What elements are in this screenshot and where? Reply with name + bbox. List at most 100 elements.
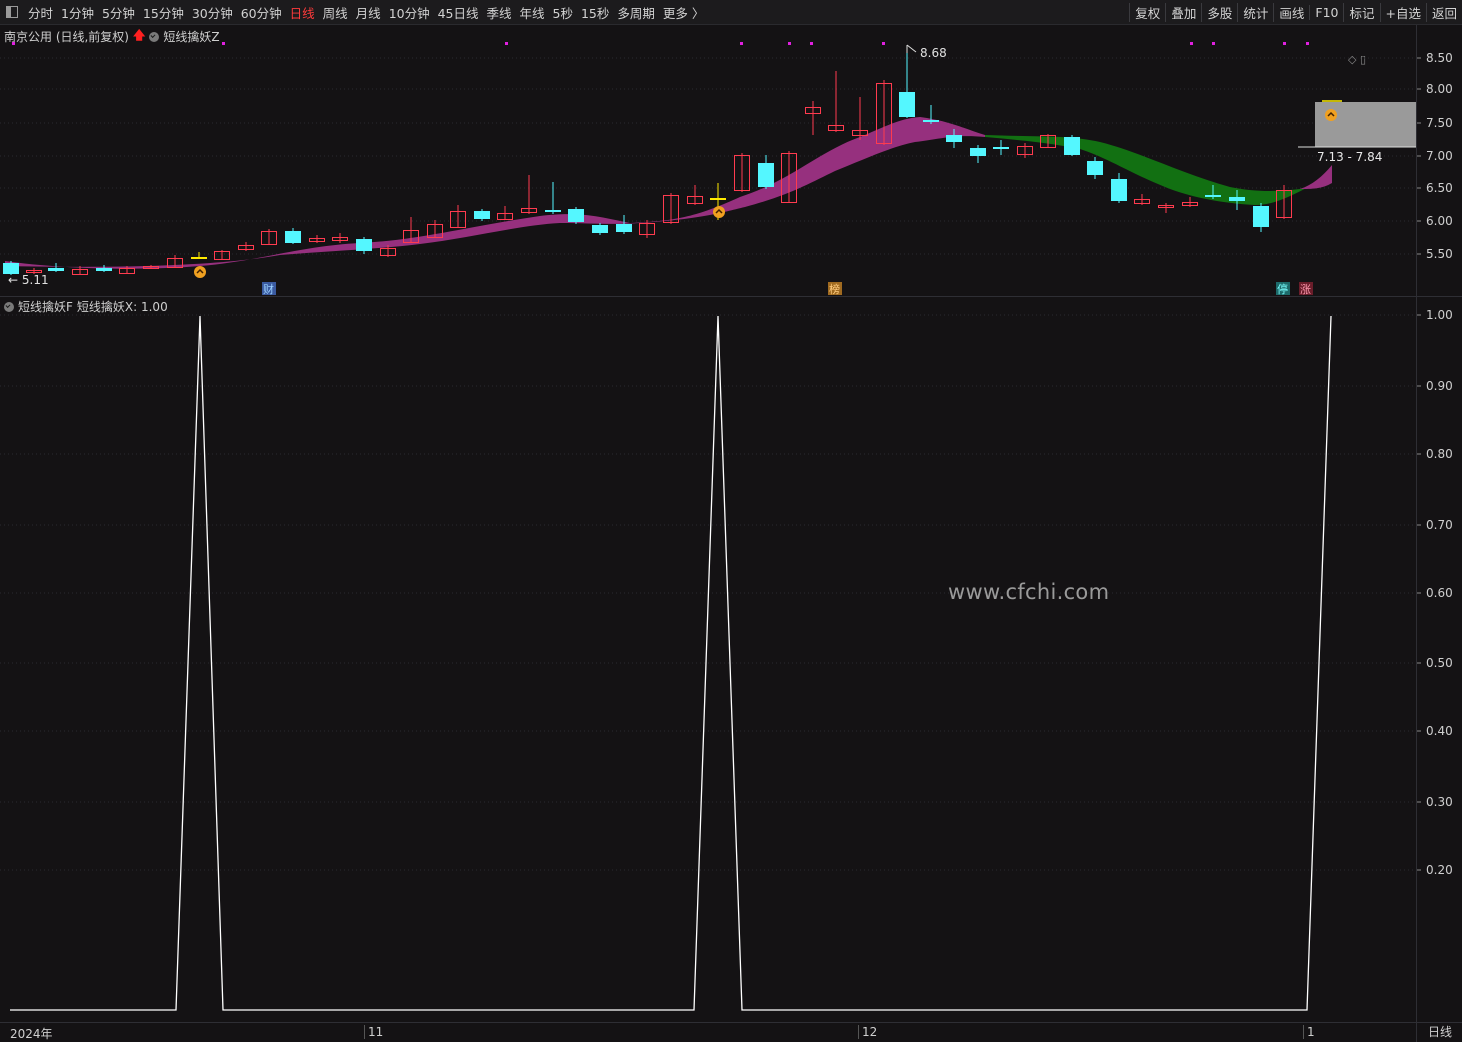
candle-body <box>48 268 64 271</box>
period-tab-14[interactable]: 15秒 <box>577 3 613 22</box>
top-marker <box>1283 42 1286 45</box>
candle-body <box>1253 206 1269 227</box>
value-tick-label: 0.40 <box>1426 724 1453 738</box>
period-tab-5[interactable]: 60分钟 <box>237 3 286 22</box>
event-badge-label: 涨 <box>1300 283 1311 296</box>
candle-body <box>592 225 608 233</box>
candle-body <box>899 92 915 117</box>
period-tab-3[interactable]: 15分钟 <box>139 3 188 22</box>
value-tick-label: 0.80 <box>1426 447 1453 461</box>
top-marker <box>222 42 225 45</box>
period-tab-8[interactable]: 月线 <box>352 3 385 22</box>
toolbar-action-3[interactable]: 统计 <box>1237 2 1273 22</box>
value-tick-label: 0.70 <box>1426 518 1453 532</box>
top-marker <box>810 42 813 45</box>
candle-body <box>993 147 1009 149</box>
date-axis: 2024年 11 12 1 日线 <box>0 1022 1462 1042</box>
top-marker <box>1190 42 1193 45</box>
period-tab-2[interactable]: 5分钟 <box>98 3 139 22</box>
price-tick-label: 7.50 <box>1426 116 1453 130</box>
toolbar-action-1[interactable]: 叠加 <box>1165 2 1201 22</box>
candle-body <box>191 257 207 259</box>
window-toggle-icon[interactable] <box>6 6 18 18</box>
top-marker <box>505 42 508 45</box>
period-tab-16[interactable]: 更多 〉 <box>659 3 708 22</box>
period-tab-1[interactable]: 1分钟 <box>57 3 98 22</box>
main-chart-panel: 南京公用 (日线,前复权) 🡅 短线擒妖Z ◇ ▯ 8.68 ← 5.11 7.13… <box>0 25 1416 297</box>
low-price-label: ← 5.11 <box>8 273 49 287</box>
top-marker <box>12 42 15 45</box>
range-box <box>1315 102 1416 147</box>
value-tick-label: 0.30 <box>1426 795 1453 809</box>
candle-body <box>616 224 632 232</box>
price-tick-label: 7.00 <box>1426 149 1453 163</box>
candle-body <box>356 239 372 251</box>
trend-band-down <box>985 135 1315 205</box>
value-tick-label: 1.00 <box>1426 308 1453 322</box>
sub-chart-panel: 短线擒妖F 短线擒妖X: 1.00 <box>0 297 1416 1022</box>
candle-body <box>568 209 584 222</box>
period-tabs: 分时 1分钟 5分钟 15分钟 30分钟 60分钟 日线 周线 月线 10分钟 45日线 季线 年线 5秒… <box>0 0 708 24</box>
candle-body <box>1111 179 1127 201</box>
candlestick-chart[interactable]: 8.68 ← 5.11 7.13 - 7.84 财 榜 停涨 <box>0 25 1416 296</box>
candle-body <box>96 268 112 271</box>
price-tick-label: 6.00 <box>1426 214 1453 228</box>
candle-body <box>1205 195 1221 197</box>
toolbar-action-0[interactable]: 复权 <box>1129 2 1165 22</box>
date-label-jan: 1 <box>1303 1025 1315 1039</box>
value-tick-label: 0.20 <box>1426 863 1453 877</box>
event-badge-label: 榜 <box>829 282 840 296</box>
value-tick-label: 0.90 <box>1426 379 1453 393</box>
period-tab-4[interactable]: 30分钟 <box>188 3 237 22</box>
price-tick-label: 6.50 <box>1426 181 1453 195</box>
toolbar-action-5[interactable]: F10 <box>1309 4 1343 20</box>
toolbar-action-4[interactable]: 画线 <box>1273 2 1309 22</box>
period-tab-12[interactable]: 年线 <box>516 3 549 22</box>
period-tab-6[interactable]: 日线 <box>286 3 319 22</box>
period-tab-15[interactable]: 多周期 <box>613 3 659 22</box>
event-badge-label: 财 <box>263 282 274 296</box>
candle-body <box>1087 161 1103 175</box>
high-price-label: 8.68 <box>920 46 947 60</box>
period-tab-13[interactable]: 5秒 <box>549 3 577 22</box>
range-label: 7.13 - 7.84 <box>1317 150 1382 164</box>
period-tab-11[interactable]: 季线 <box>483 3 516 22</box>
candle-body <box>1229 197 1245 201</box>
toolbar-action-6[interactable]: 标记 <box>1343 2 1379 22</box>
candle-body <box>923 120 939 122</box>
trend-band-up <box>5 117 985 269</box>
period-tab-10[interactable]: 45日线 <box>434 3 483 22</box>
price-tick-label: 8.50 <box>1426 51 1453 65</box>
top-marker <box>1306 42 1309 45</box>
value-tick-label: 0.60 <box>1426 586 1453 600</box>
price-tick-label: 5.50 <box>1426 247 1453 261</box>
top-marker <box>740 42 743 45</box>
toolbar-action-2[interactable]: 多股 <box>1201 2 1237 22</box>
sub-value-axis: 1.00 0.90 0.80 0.70 0.60 0.50 0.40 0.30 0.20 <box>1416 297 1462 1022</box>
buy-signal-icon <box>1325 109 1337 121</box>
period-tab-7[interactable]: 周线 <box>319 3 352 22</box>
date-label-dec: 12 <box>858 1025 877 1039</box>
toolbar-right-actions: 复权 叠加 多股 统计 画线 F10 标记 +自选 返回 <box>1129 0 1462 24</box>
candle-body <box>970 148 986 156</box>
date-label-nov: 11 <box>364 1025 383 1039</box>
toolbar-action-8[interactable]: 返回 <box>1425 2 1462 22</box>
buy-signal-icon <box>194 266 206 278</box>
candle-body <box>545 210 561 212</box>
watermark: www.cfchi.com <box>948 580 1110 604</box>
period-tab-0[interactable]: 分时 <box>24 3 57 22</box>
trend-band-tail <box>1300 165 1332 189</box>
buy-signal-icon <box>713 206 725 218</box>
candle-body <box>474 211 490 219</box>
toolbar: 分时 1分钟 5分钟 15分钟 30分钟 60分钟 日线 周线 月线 10分钟 45日线 季线 年线 5秒… <box>0 0 1462 25</box>
candle-body <box>946 135 962 142</box>
value-tick-label: 0.50 <box>1426 656 1453 670</box>
candle-body <box>758 163 774 187</box>
period-indicator[interactable]: 日线 <box>1416 1023 1462 1042</box>
top-marker <box>1212 42 1215 45</box>
toolbar-action-7[interactable]: +自选 <box>1379 2 1426 22</box>
candle-body <box>710 198 726 200</box>
period-tab-9[interactable]: 10分钟 <box>385 3 434 22</box>
signal-line-chart[interactable] <box>0 297 1416 1022</box>
high-pointer <box>906 44 917 53</box>
